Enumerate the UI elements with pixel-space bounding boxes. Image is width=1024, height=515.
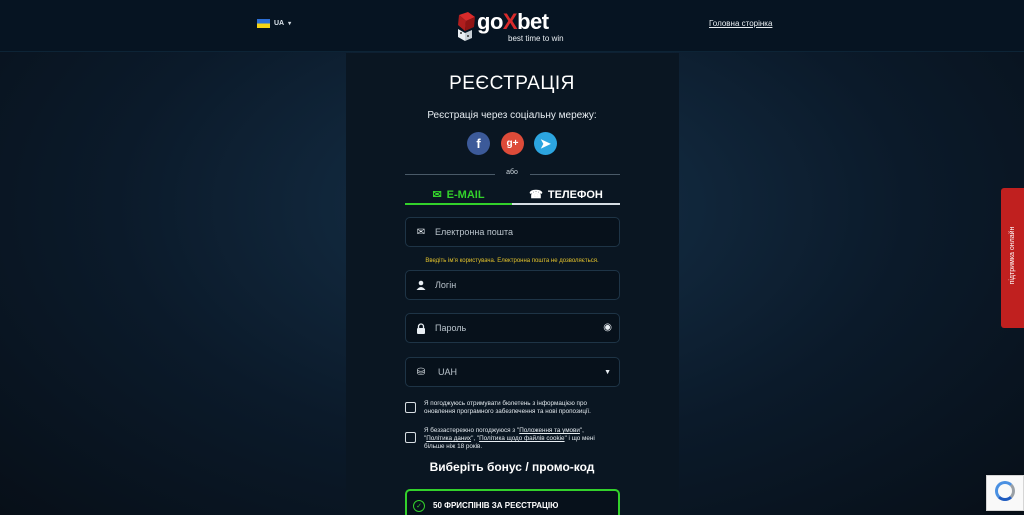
email-hint: Введіть ім'я користувача. Електронна пош… <box>425 258 599 264</box>
terms-checkbox[interactable] <box>405 432 416 443</box>
google-plus-icon[interactable]: g+ <box>501 132 524 155</box>
recaptcha-badge[interactable] <box>986 475 1024 511</box>
chevron-down-icon: ▼ <box>604 369 611 376</box>
coins-icon: ⛁ <box>416 366 426 378</box>
ukraine-flag-icon <box>257 19 270 28</box>
support-label: підтримка онлайн <box>1009 226 1016 285</box>
user-icon <box>416 280 426 290</box>
password-field[interactable]: ◉ <box>405 313 620 343</box>
newsletter-checkbox[interactable] <box>405 402 416 413</box>
language-code: UA <box>274 20 285 27</box>
password-input[interactable] <box>435 323 595 333</box>
checkmark-icon: ✓ <box>413 500 425 512</box>
eye-icon[interactable]: ◉ <box>603 322 612 333</box>
email-field[interactable]: ✉ <box>405 217 620 247</box>
phone-icon: ☎ <box>529 189 543 201</box>
bonus-section-title: Виберіть бонус / промо-код <box>429 460 595 474</box>
social-login-title: Реєстрація через соціальну мережу: <box>427 110 597 121</box>
cookie-policy-link[interactable]: Політика щодо файлів cookie <box>479 435 564 442</box>
bonus-option-card[interactable]: ✓ 50 ФРИСПІНІВ ЗА РЕЄСТРАЦІЮ <box>405 489 620 515</box>
language-selector[interactable]: UA ▾ <box>257 19 291 28</box>
chevron-down-icon: ▾ <box>288 21 292 27</box>
bonus-option-label: 50 ФРИСПІНІВ ЗА РЕЄСТРАЦІЮ <box>433 501 559 510</box>
currency-value: UAH <box>438 367 458 377</box>
envelope-icon: ✉ <box>416 226 426 238</box>
tab-email[interactable]: ✉ E-MAIL <box>405 186 512 205</box>
privacy-policy-link[interactable]: Політика даних <box>426 435 471 442</box>
login-input[interactable] <box>435 280 595 290</box>
logo-tagline: best time to win <box>508 34 564 43</box>
logo[interactable]: goXbet best time to win <box>456 9 576 44</box>
telegram-icon[interactable]: ➤ <box>534 132 557 155</box>
newsletter-consent-text: Я погоджуюсь отримувати бюлетень з інфор… <box>424 400 591 415</box>
lock-icon <box>417 322 425 334</box>
tab-email-label: E-MAIL <box>446 188 485 201</box>
envelope-icon: ✉ <box>432 189 442 201</box>
or-label: або <box>506 169 518 176</box>
home-page-link[interactable]: Головна сторінка <box>709 19 772 28</box>
dice-icon <box>458 12 475 41</box>
tab-phone[interactable]: ☎ ТЕЛЕФОН <box>512 186 620 205</box>
recaptcha-icon <box>995 481 1015 501</box>
online-support-tab[interactable]: підтримка онлайн <box>1001 188 1024 328</box>
logo-wordmark: goXbet <box>477 9 549 34</box>
email-input[interactable] <box>435 227 595 237</box>
currency-select[interactable]: ⛁ UAH ▼ <box>405 357 620 387</box>
tab-phone-label: ТЕЛЕФОН <box>547 188 603 201</box>
top-bar: UA ▾ goXbet best time to win Головна сто… <box>0 0 1024 52</box>
login-field[interactable] <box>405 270 620 300</box>
page-title: РЕЄСТРАЦІЯ <box>449 73 575 94</box>
terms-link[interactable]: Положення та умови <box>519 427 580 434</box>
terms-consent-text: Я беззастережно погоджуюся з "Положення … <box>424 427 595 450</box>
facebook-icon[interactable]: f <box>467 132 490 155</box>
